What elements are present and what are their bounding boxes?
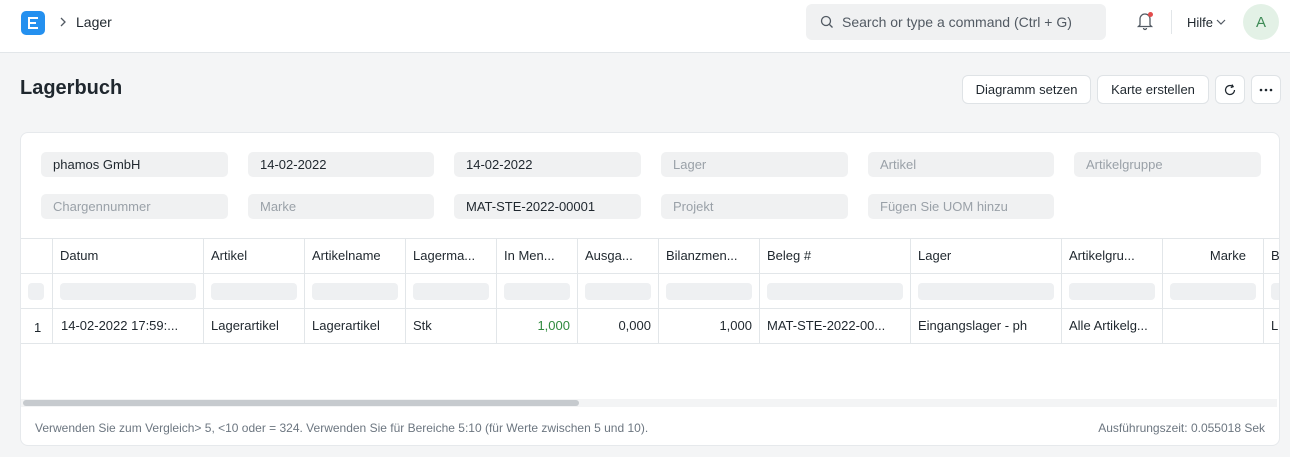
app-logo[interactable] — [21, 11, 45, 35]
column-filter-input[interactable] — [60, 283, 196, 300]
refresh-button[interactable] — [1215, 75, 1245, 104]
cell-item-group[interactable]: Alle Artikelg... — [1062, 309, 1163, 343]
column-header[interactable]: Ausga... — [578, 239, 659, 273]
table-row[interactable]: 1 14-02-2022 17:59:... Lagerartikel Lage… — [21, 309, 1279, 344]
column-filter-input[interactable] — [666, 283, 752, 300]
filter-item[interactable]: Artikel — [868, 152, 1054, 177]
filter-cell — [1163, 274, 1264, 308]
filter-project[interactable]: Projekt — [661, 194, 848, 219]
filter-item-group[interactable]: Artikelgruppe — [1074, 152, 1261, 177]
cell-in-qty[interactable]: 1,000 — [497, 309, 578, 343]
search-bar[interactable]: Search or type a command (Ctrl + G) — [806, 4, 1106, 40]
column-filter-input[interactable] — [413, 283, 489, 300]
chevron-right-icon — [60, 17, 66, 27]
cell-item[interactable]: Lagerartikel — [204, 309, 305, 343]
search-icon — [820, 15, 833, 28]
column-header[interactable]: Marke — [1163, 239, 1264, 273]
column-header[interactable]: Beleg # — [760, 239, 911, 273]
cell-uom[interactable]: Stk — [406, 309, 497, 343]
cell-extra[interactable]: L — [1264, 309, 1279, 343]
cell-voucher[interactable]: MAT-STE-2022-00... — [760, 309, 911, 343]
set-chart-button[interactable]: Diagramm setzen — [962, 75, 1091, 104]
column-filter-input[interactable] — [767, 283, 903, 300]
filter-cell — [1062, 274, 1163, 308]
notification-dot — [1148, 12, 1153, 17]
filter-cell — [21, 274, 53, 308]
user-avatar[interactable]: A — [1243, 4, 1279, 40]
column-header-index — [21, 239, 53, 273]
chevron-down-icon — [1216, 19, 1226, 25]
filter-uom[interactable]: Fügen Sie UOM hinzu — [868, 194, 1054, 219]
column-filter-input[interactable] — [211, 283, 297, 300]
search-input[interactable]: Search or type a command (Ctrl + G) — [842, 14, 1072, 30]
horizontal-scrollbar-thumb[interactable] — [23, 400, 579, 406]
filter-brand[interactable]: Marke — [248, 194, 434, 219]
column-filter-input[interactable] — [585, 283, 651, 300]
execution-time: Ausführungszeit: 0.055018 Sek — [1098, 421, 1265, 435]
help-dropdown[interactable]: Hilfe — [1187, 15, 1213, 30]
cell-item-name[interactable]: Lagerartikel — [305, 309, 406, 343]
column-header[interactable]: B — [1264, 239, 1279, 273]
cell-date[interactable]: 14-02-2022 17:59:... — [53, 309, 204, 343]
column-header[interactable]: Datum — [53, 239, 204, 273]
column-header[interactable]: Artikelgru... — [1062, 239, 1163, 273]
filter-cell — [578, 274, 659, 308]
filter-cell — [204, 274, 305, 308]
cell-balance-qty[interactable]: 1,000 — [659, 309, 760, 343]
filter-cell — [659, 274, 760, 308]
filter-voucher-no[interactable]: MAT-STE-2022-00001 — [454, 194, 641, 219]
cell-out-qty[interactable]: 0,000 — [578, 309, 659, 343]
filter-cell — [760, 274, 911, 308]
column-header[interactable]: Artikel — [204, 239, 305, 273]
more-actions-button[interactable] — [1251, 75, 1281, 104]
page-title: Lagerbuch — [20, 77, 123, 99]
column-filter-input[interactable] — [504, 283, 570, 300]
more-horizontal-icon — [1259, 88, 1273, 91]
column-filter-input[interactable] — [28, 283, 44, 300]
row-index: 1 — [21, 309, 53, 343]
column-header[interactable]: In Men... — [497, 239, 578, 273]
filter-cell — [1264, 274, 1279, 308]
filter-warehouse[interactable]: Lager — [661, 152, 848, 177]
filter-cell — [305, 274, 406, 308]
navbar-divider — [1171, 10, 1172, 34]
filter-cell — [911, 274, 1062, 308]
column-header[interactable]: Bilanzmen... — [659, 239, 760, 273]
filter-from-date[interactable]: 14-02-2022 — [248, 152, 434, 177]
filter-to-date[interactable]: 14-02-2022 — [454, 152, 641, 177]
report-card: phamos GmbH 14-02-2022 14-02-2022 Lager … — [20, 132, 1280, 446]
column-filter-input[interactable] — [1271, 283, 1279, 300]
filter-batch-no[interactable]: Chargennummer — [41, 194, 228, 219]
breadcrumb-lager[interactable]: Lager — [76, 14, 112, 30]
column-header[interactable]: Lagerma... — [406, 239, 497, 273]
column-filter-input[interactable] — [918, 283, 1054, 300]
column-header[interactable]: Artikelname — [305, 239, 406, 273]
cell-brand[interactable] — [1163, 309, 1264, 343]
navbar: Lager Search or type a command (Ctrl + G… — [0, 0, 1290, 53]
refresh-icon — [1224, 83, 1236, 95]
column-filter-input[interactable] — [1170, 283, 1256, 300]
filter-cell — [406, 274, 497, 308]
filter-company[interactable]: phamos GmbH — [41, 152, 228, 177]
table-filter-row — [21, 274, 1279, 309]
filter-cell — [53, 274, 204, 308]
logo-e-icon — [28, 17, 38, 29]
table-header-row: Datum Artikel Artikelname Lagerma... In … — [21, 239, 1279, 274]
filter-hint: Verwenden Sie zum Vergleich> 5, <10 oder… — [35, 421, 649, 435]
data-table: Datum Artikel Artikelname Lagerma... In … — [21, 238, 1279, 398]
column-header[interactable]: Lager — [911, 239, 1062, 273]
create-card-button[interactable]: Karte erstellen — [1097, 75, 1209, 104]
cell-warehouse[interactable]: Eingangslager - ph — [911, 309, 1062, 343]
filter-cell — [497, 274, 578, 308]
column-filter-input[interactable] — [1069, 283, 1155, 300]
column-filter-input[interactable] — [312, 283, 398, 300]
